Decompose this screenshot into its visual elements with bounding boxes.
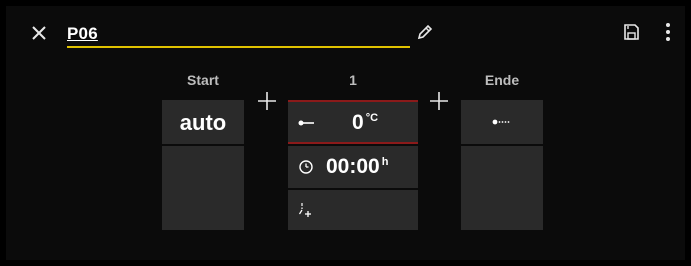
temperature-value: 0 °C	[352, 111, 378, 135]
start-mode-cell[interactable]: auto	[162, 100, 244, 144]
plus-icon	[258, 92, 276, 110]
save-button[interactable]	[621, 22, 641, 42]
temperature-unit: °C	[365, 112, 379, 124]
step-1-temperature-cell[interactable]: 0 °C	[288, 100, 418, 144]
time-number: 00:00	[326, 155, 380, 178]
pencil-icon	[417, 24, 433, 40]
program-name-field[interactable]: P06	[67, 18, 410, 48]
clock-icon	[299, 160, 313, 174]
program-editor: P06 Start auto 1 0 °C 00:00 h Ende	[6, 6, 685, 260]
dotted-line-icon	[492, 119, 510, 125]
start-mode-value: auto	[179, 110, 227, 135]
start-column-header: Start	[187, 72, 219, 88]
add-step-after-button[interactable]	[428, 90, 450, 112]
add-step-icon	[298, 203, 311, 217]
end-empty-cell[interactable]	[461, 146, 543, 230]
add-step-before-button[interactable]	[256, 90, 278, 112]
close-icon	[32, 26, 46, 40]
ramp-line-icon	[298, 120, 314, 126]
step-1-column-header: 1	[349, 72, 357, 88]
program-name-text: P06	[67, 24, 98, 43]
end-mode-cell[interactable]	[461, 100, 543, 144]
save-icon	[624, 24, 639, 40]
time-value: 00:00 h	[326, 155, 388, 179]
plus-icon	[430, 92, 448, 110]
more-menu-button[interactable]	[661, 20, 675, 44]
start-empty-cell[interactable]	[162, 146, 244, 230]
end-column-header: Ende	[484, 72, 520, 88]
close-button[interactable]	[28, 22, 50, 44]
edit-name-button[interactable]	[415, 22, 435, 42]
add-step-cell[interactable]	[288, 190, 418, 230]
step-1-time-cell[interactable]: 00:00 h	[288, 146, 418, 188]
time-unit: h	[381, 156, 389, 168]
temperature-number: 0	[352, 111, 364, 134]
more-vertical-icon	[666, 23, 670, 41]
